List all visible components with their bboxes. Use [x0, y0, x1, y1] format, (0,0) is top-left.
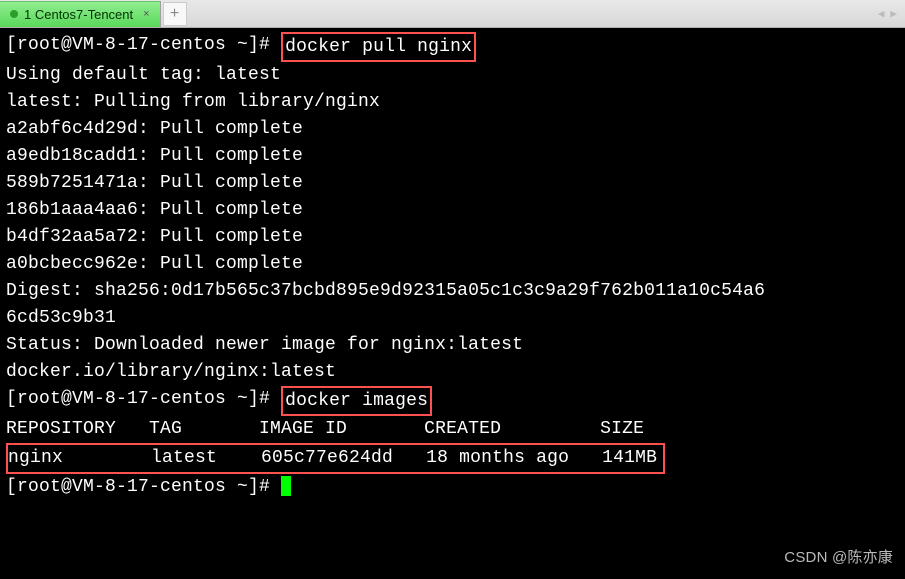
table-header: REPOSITORY TAG IMAGE ID CREATED SIZE	[6, 416, 899, 443]
highlight-images-cmd: docker images	[281, 386, 432, 416]
terminal-line: docker.io/library/nginx:latest	[6, 359, 899, 386]
terminal-line: Digest: sha256:0d17b565c37bcbd895e9d9231…	[6, 278, 899, 305]
cursor-icon	[281, 476, 291, 496]
highlight-pull-cmd: docker pull nginx	[281, 32, 476, 62]
prompt: [root@VM-8-17-centos ~]#	[6, 35, 270, 55]
tab-nav-arrows: ◀ ▶	[876, 7, 899, 21]
terminal-line: Using default tag: latest	[6, 62, 899, 89]
terminal-line: [root@VM-8-17-centos ~]#	[6, 474, 899, 501]
tab-bar: 1 Centos7-Tencent × + ◀ ▶	[0, 0, 905, 28]
terminal-line: Status: Downloaded newer image for nginx…	[6, 332, 899, 359]
terminal-line: 186b1aaa4aa6: Pull complete	[6, 197, 899, 224]
terminal-line: a2abf6c4d29d: Pull complete	[6, 116, 899, 143]
close-icon[interactable]: ×	[143, 8, 149, 20]
nav-left-icon[interactable]: ◀	[876, 7, 887, 21]
terminal-line: a9edb18cadd1: Pull complete	[6, 143, 899, 170]
terminal[interactable]: [root@VM-8-17-centos ~]# docker pull ngi…	[0, 28, 905, 579]
terminal-line: 6cd53c9b31	[6, 305, 899, 332]
terminal-line: 589b7251471a: Pull complete	[6, 170, 899, 197]
nav-right-icon[interactable]: ▶	[888, 7, 899, 21]
terminal-line: a0bcbecc962e: Pull complete	[6, 251, 899, 278]
prompt: [root@VM-8-17-centos ~]#	[6, 477, 270, 497]
status-dot-icon	[10, 10, 18, 18]
terminal-line: b4df32aa5a72: Pull complete	[6, 224, 899, 251]
terminal-line: [root@VM-8-17-centos ~]# docker images	[6, 386, 899, 416]
terminal-line: [root@VM-8-17-centos ~]# docker pull ngi…	[6, 32, 899, 62]
tab-active[interactable]: 1 Centos7-Tencent ×	[0, 1, 161, 27]
prompt: [root@VM-8-17-centos ~]#	[6, 389, 270, 409]
tab-title: 1 Centos7-Tencent	[24, 7, 133, 22]
table-row: nginx latest 605c77e624dd 18 months ago …	[6, 443, 665, 474]
watermark: CSDN @陈亦康	[784, 547, 893, 570]
terminal-line: latest: Pulling from library/nginx	[6, 89, 899, 116]
new-tab-button[interactable]: +	[163, 2, 187, 26]
